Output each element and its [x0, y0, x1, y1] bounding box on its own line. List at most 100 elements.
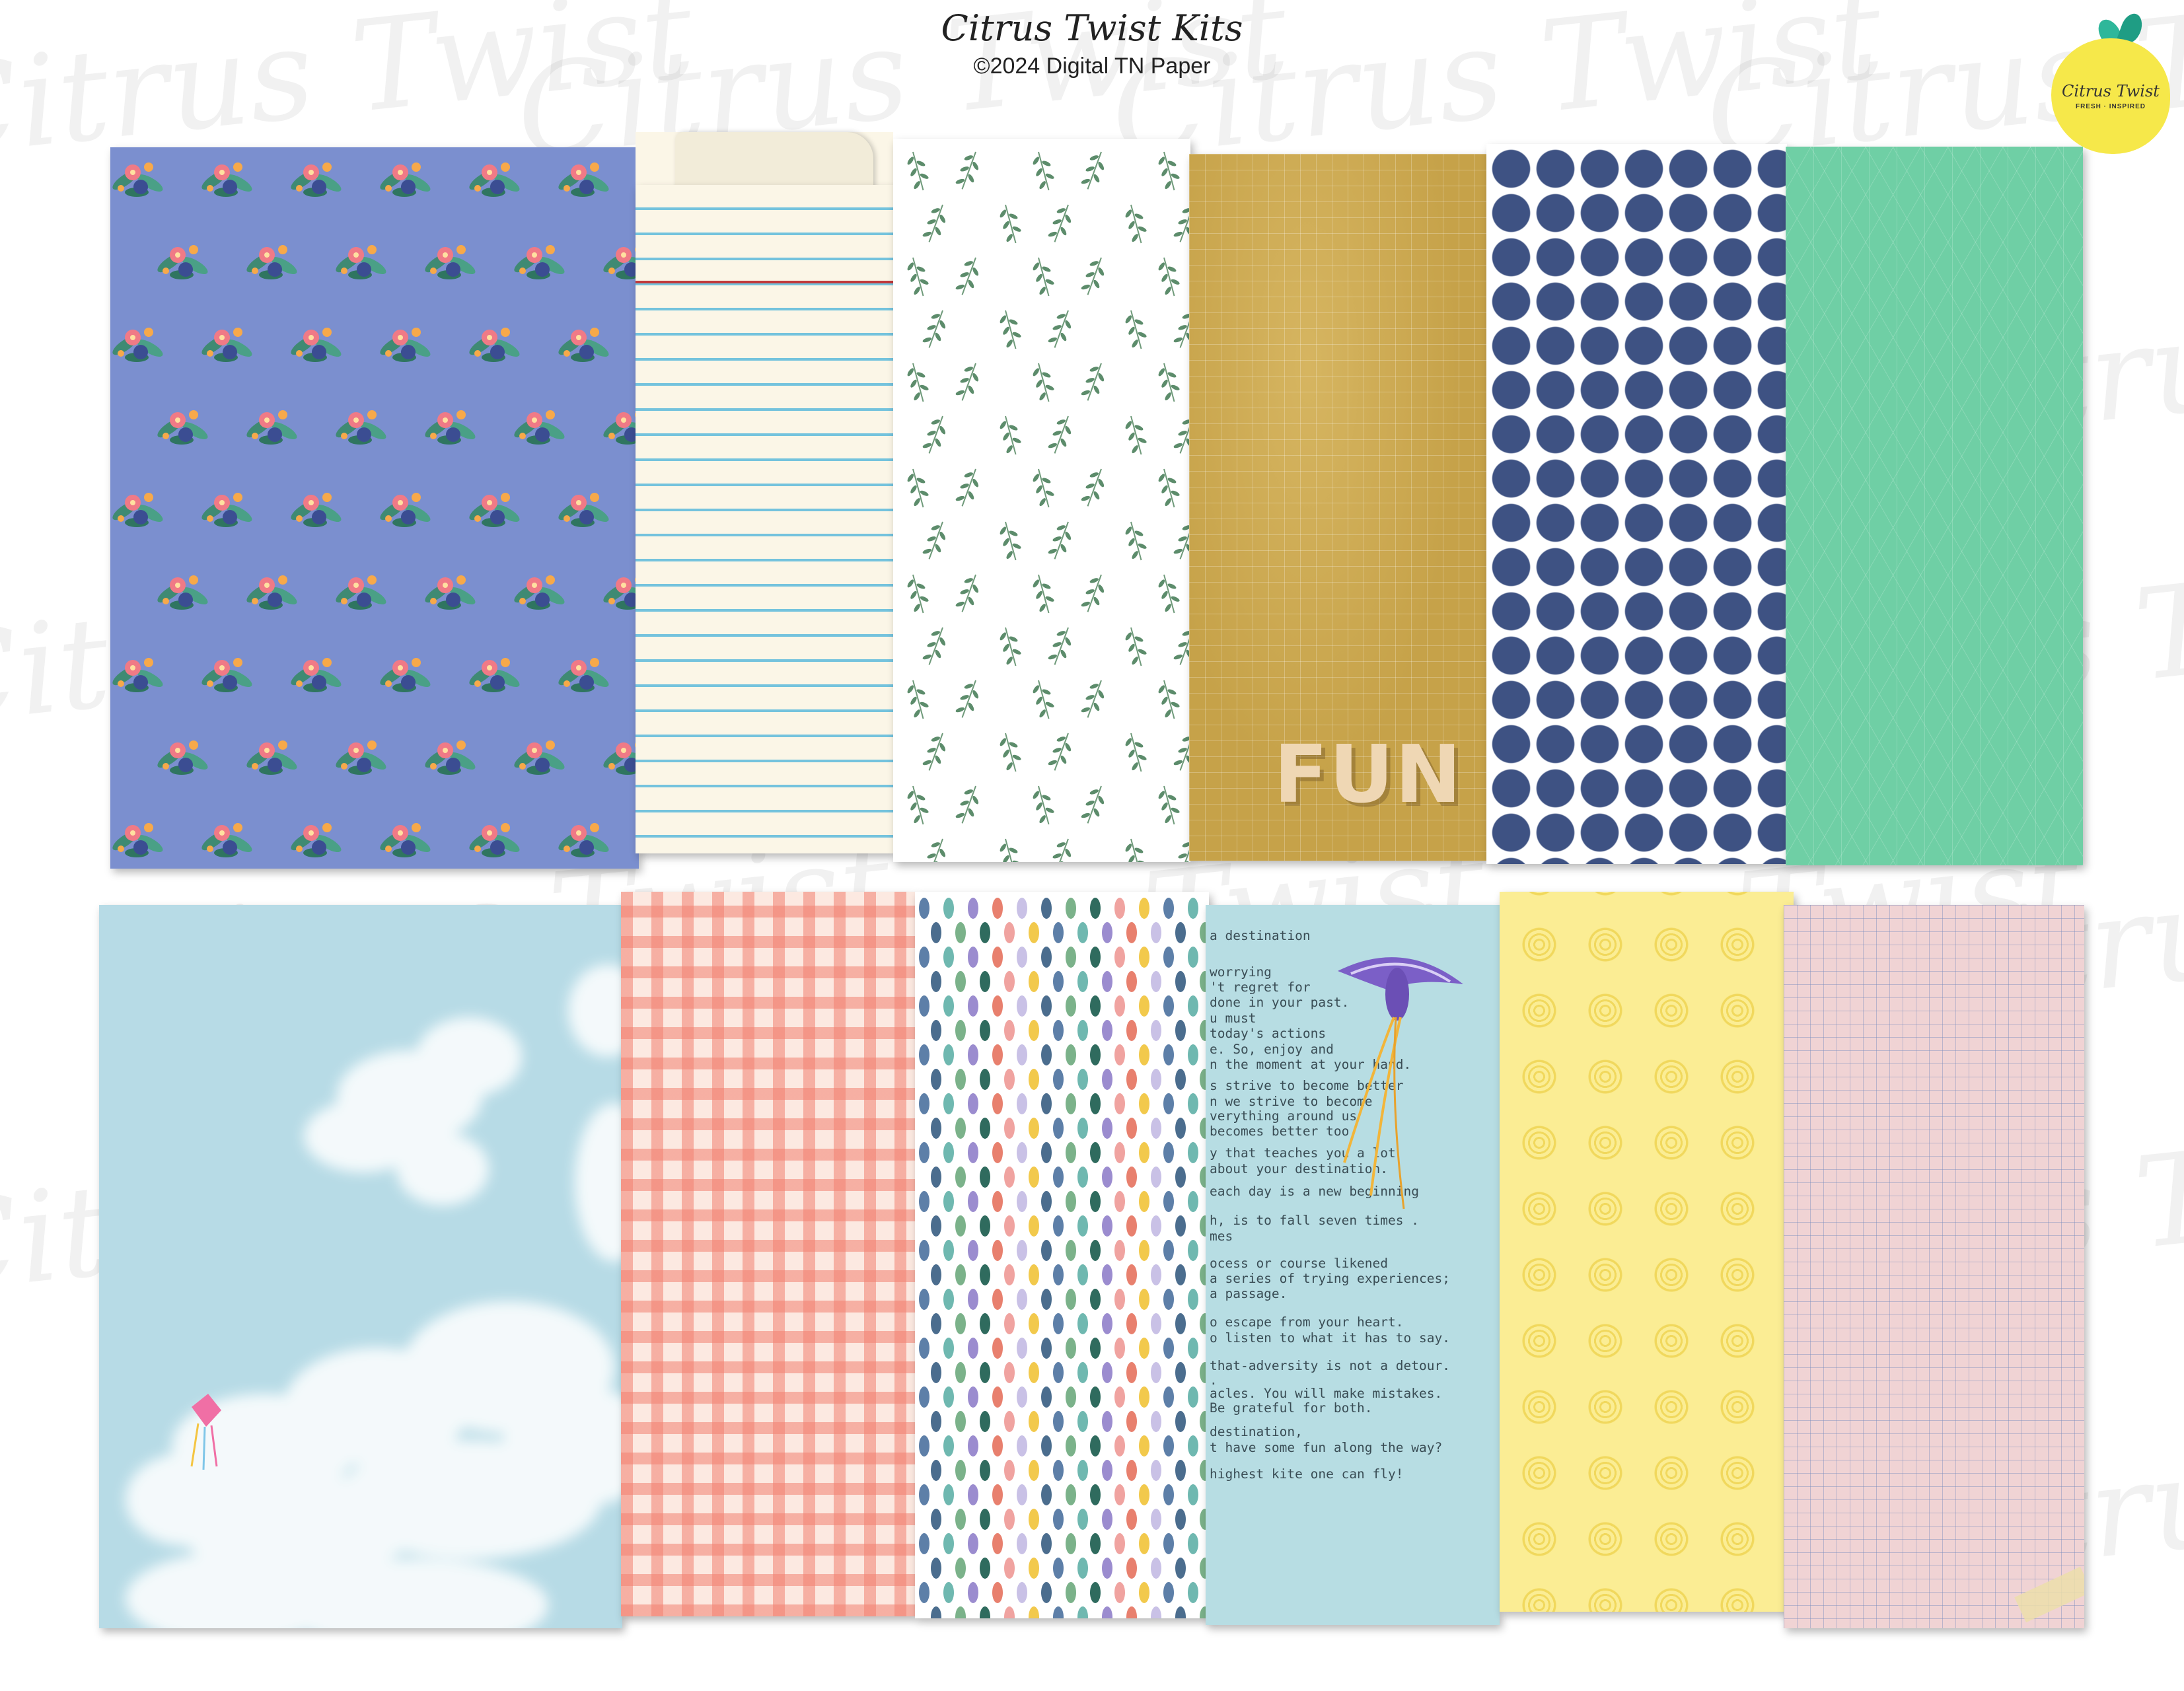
oval-mark — [1126, 1411, 1137, 1432]
oval-mark — [1029, 971, 1039, 992]
oval-mark — [980, 1362, 990, 1383]
paper-gingham — [621, 892, 915, 1616]
oval-mark — [1175, 1020, 1186, 1041]
sprig — [922, 627, 946, 665]
oval-mark — [1041, 1533, 1052, 1554]
journal-line: t have some fun along the way? — [1210, 1440, 1443, 1455]
oval-mark — [1151, 1460, 1161, 1481]
oval-mark — [1053, 1020, 1064, 1041]
oval-mark — [1041, 1240, 1052, 1261]
oval-mark — [992, 1142, 1003, 1163]
oval-mark — [1090, 1142, 1101, 1163]
oval-mark — [980, 1460, 990, 1481]
oval-mark — [1114, 898, 1125, 919]
flower-cluster — [514, 410, 565, 445]
oval-mark — [1151, 1118, 1161, 1139]
oval-mark — [992, 947, 1003, 968]
paper-mustard-grid: FUN — [1189, 154, 1486, 861]
oval-mark — [1090, 1582, 1101, 1603]
oval-mark — [980, 1020, 990, 1041]
oval-mark — [1188, 995, 1198, 1017]
sprig — [955, 785, 979, 824]
flower-cluster — [558, 162, 609, 197]
oval-mark — [1077, 1020, 1088, 1041]
journal-line: done in your past. — [1210, 995, 1350, 1010]
oval-mark — [1139, 1044, 1149, 1065]
oval-mark — [968, 898, 978, 919]
oval-mark — [931, 1118, 941, 1139]
flower-cluster — [380, 823, 431, 857]
oval-mark — [1004, 1606, 1015, 1618]
sprig — [922, 310, 946, 348]
citrus-twist-logo: Citrus Twist FRESH · INSPIRED — [2051, 11, 2177, 154]
oval-mark — [968, 1386, 978, 1408]
sprig — [1173, 733, 1190, 771]
sprig — [1000, 733, 1021, 772]
journal-line: a destination — [1210, 928, 1311, 943]
oval-mark — [943, 1435, 954, 1457]
oval-mark — [1017, 1582, 1027, 1603]
oval-mark — [919, 1338, 929, 1359]
oval-mark — [1188, 1386, 1198, 1408]
flower-cluster — [201, 658, 252, 692]
flower-cluster — [291, 823, 342, 857]
sprig — [1033, 151, 1054, 191]
oval-mark — [1029, 1411, 1039, 1432]
oval-mark — [1188, 1093, 1198, 1114]
oval-mark — [1053, 922, 1064, 943]
oval-mark — [1175, 1509, 1186, 1530]
oval-mark — [955, 1313, 966, 1334]
oval-mark — [992, 1044, 1003, 1065]
sprig — [1158, 574, 1180, 614]
sprig — [1173, 310, 1190, 348]
oval-mark — [1175, 1167, 1186, 1188]
sprig — [1173, 204, 1190, 242]
oval-mark — [919, 1142, 929, 1163]
oval-mark — [968, 1191, 978, 1212]
oval-mark — [1017, 1338, 1027, 1359]
oval-mark — [1053, 1215, 1064, 1237]
flower-cluster — [514, 575, 565, 610]
journal-line: a passage. — [1210, 1286, 1288, 1301]
oval-mark — [1004, 1558, 1015, 1579]
oval-mark — [1053, 1362, 1064, 1383]
oval-mark — [1139, 1289, 1149, 1310]
oval-mark — [1114, 995, 1125, 1017]
oval-mark — [1066, 947, 1076, 968]
sprig — [922, 733, 946, 771]
oval-mark — [919, 1191, 929, 1212]
journal-line: mes — [1210, 1229, 1233, 1244]
sprig — [1033, 468, 1054, 508]
oval-mark — [1139, 1240, 1149, 1261]
oval-mark — [1053, 1411, 1064, 1432]
oval-mark — [1041, 1289, 1052, 1310]
flower-cluster — [469, 823, 520, 857]
sprig — [955, 574, 979, 612]
product-preview: Citrus Twist Citrus Twist Citrus Twist Citr… — [0, 0, 2184, 1691]
oval-mark — [1077, 1118, 1088, 1139]
flower-cluster — [558, 328, 609, 362]
flower-cluster — [112, 328, 163, 362]
oval-mark — [1053, 1069, 1064, 1090]
oval-mark — [1188, 1338, 1198, 1359]
sprig — [1033, 363, 1054, 402]
sprig — [1000, 204, 1021, 244]
sprig — [1000, 415, 1021, 455]
oval-mark — [955, 1460, 966, 1481]
flower-cluster — [380, 328, 431, 362]
journal-line: u must — [1210, 1011, 1256, 1026]
oval-mark — [1041, 1386, 1052, 1408]
oval-mark — [980, 1411, 990, 1432]
oval-mark — [1114, 1386, 1125, 1408]
flower-cluster — [603, 410, 639, 445]
paper-navy-dots — [1486, 144, 1787, 864]
oval-mark — [1004, 971, 1015, 992]
oval-mark — [955, 1020, 966, 1041]
oval-mark — [955, 1167, 966, 1188]
lined-body — [636, 185, 893, 853]
oval-mark — [980, 1313, 990, 1334]
sprig — [1048, 627, 1072, 665]
sprig — [1081, 574, 1105, 612]
oval-mark — [1126, 1606, 1137, 1618]
oval-mark — [1041, 1484, 1052, 1505]
